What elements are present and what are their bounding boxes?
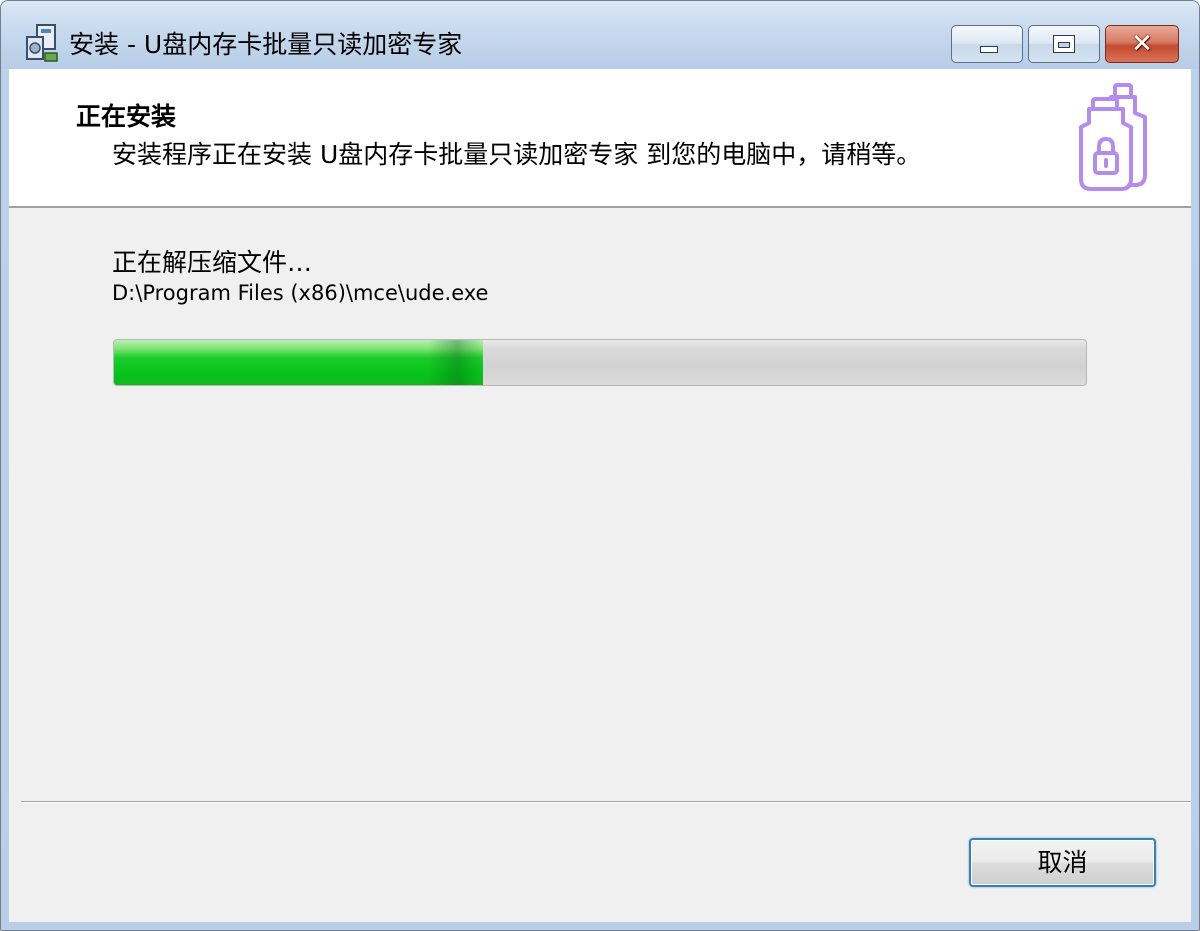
maximize-icon	[1053, 35, 1075, 53]
status-label: 正在解压缩文件…	[112, 248, 313, 277]
minimize-icon	[980, 46, 998, 53]
page-title: 正在安装	[76, 102, 177, 131]
install-progress-bar	[113, 339, 1087, 386]
close-icon: ✕	[1131, 29, 1153, 59]
wizard-header: 正在安装 安装程序正在安装 U盘内存卡批量只读加密专家 到您的电脑中，请稍等。	[9, 69, 1191, 208]
wizard-body: 正在安装 安装程序正在安装 U盘内存卡批量只读加密专家 到您的电脑中，请稍等。 …	[9, 69, 1191, 922]
window-title: 安装 - U盘内存卡批量只读加密专家	[69, 30, 463, 59]
minimize-button[interactable]	[951, 25, 1023, 63]
title-bar[interactable]: 安装 - U盘内存卡批量只读加密专家 ✕	[1, 1, 1199, 69]
installer-window: 安装 - U盘内存卡批量只读加密专家 ✕ 正在安装 安装程序正在安装 U盘内存卡…	[0, 0, 1200, 931]
maximize-button[interactable]	[1028, 25, 1100, 63]
close-button[interactable]: ✕	[1105, 25, 1179, 63]
current-file-path: D:\Program Files (x86)\mce\ude.exe	[112, 281, 489, 305]
cancel-button[interactable]: 取消	[969, 838, 1156, 887]
progress-fill	[114, 340, 484, 385]
page-subtitle: 安装程序正在安装 U盘内存卡批量只读加密专家 到您的电脑中，请稍等。	[112, 140, 922, 169]
usb-lock-icon	[1079, 83, 1147, 191]
footer-divider	[21, 801, 1191, 803]
installer-icon	[26, 24, 58, 62]
